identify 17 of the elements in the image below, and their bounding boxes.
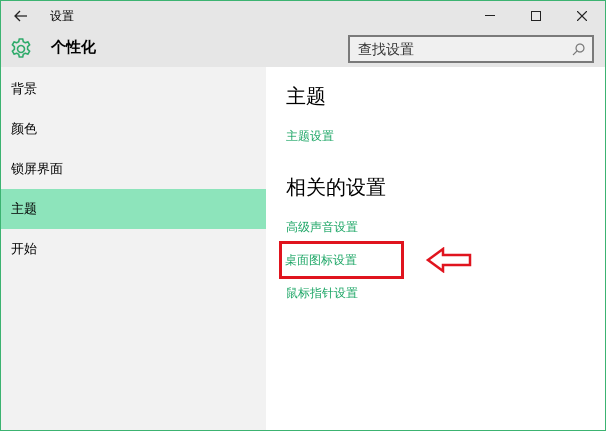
back-arrow-icon [14, 10, 28, 22]
sidebar-item[interactable]: 主题 [1, 189, 266, 229]
close-icon [577, 10, 587, 20]
arrow-icon [426, 246, 472, 272]
sidebar-item[interactable]: 锁屏界面 [1, 149, 266, 189]
search-icon [572, 42, 585, 56]
maximize-icon [531, 10, 541, 20]
sidebar-item[interactable]: 开始 [1, 229, 266, 269]
settings-icon [9, 36, 33, 60]
sidebar-item[interactable]: 背景 [1, 69, 266, 109]
sidebar-item[interactable]: 颜色 [1, 109, 266, 149]
search-field[interactable]: 查找设置 [348, 34, 594, 62]
window-title: 设置 [50, 8, 74, 24]
section-heading: 主题 [286, 85, 327, 110]
page-title: 个性化 [51, 38, 96, 58]
minimize-icon [485, 15, 495, 16]
section-heading: 相关的设置 [286, 176, 387, 201]
